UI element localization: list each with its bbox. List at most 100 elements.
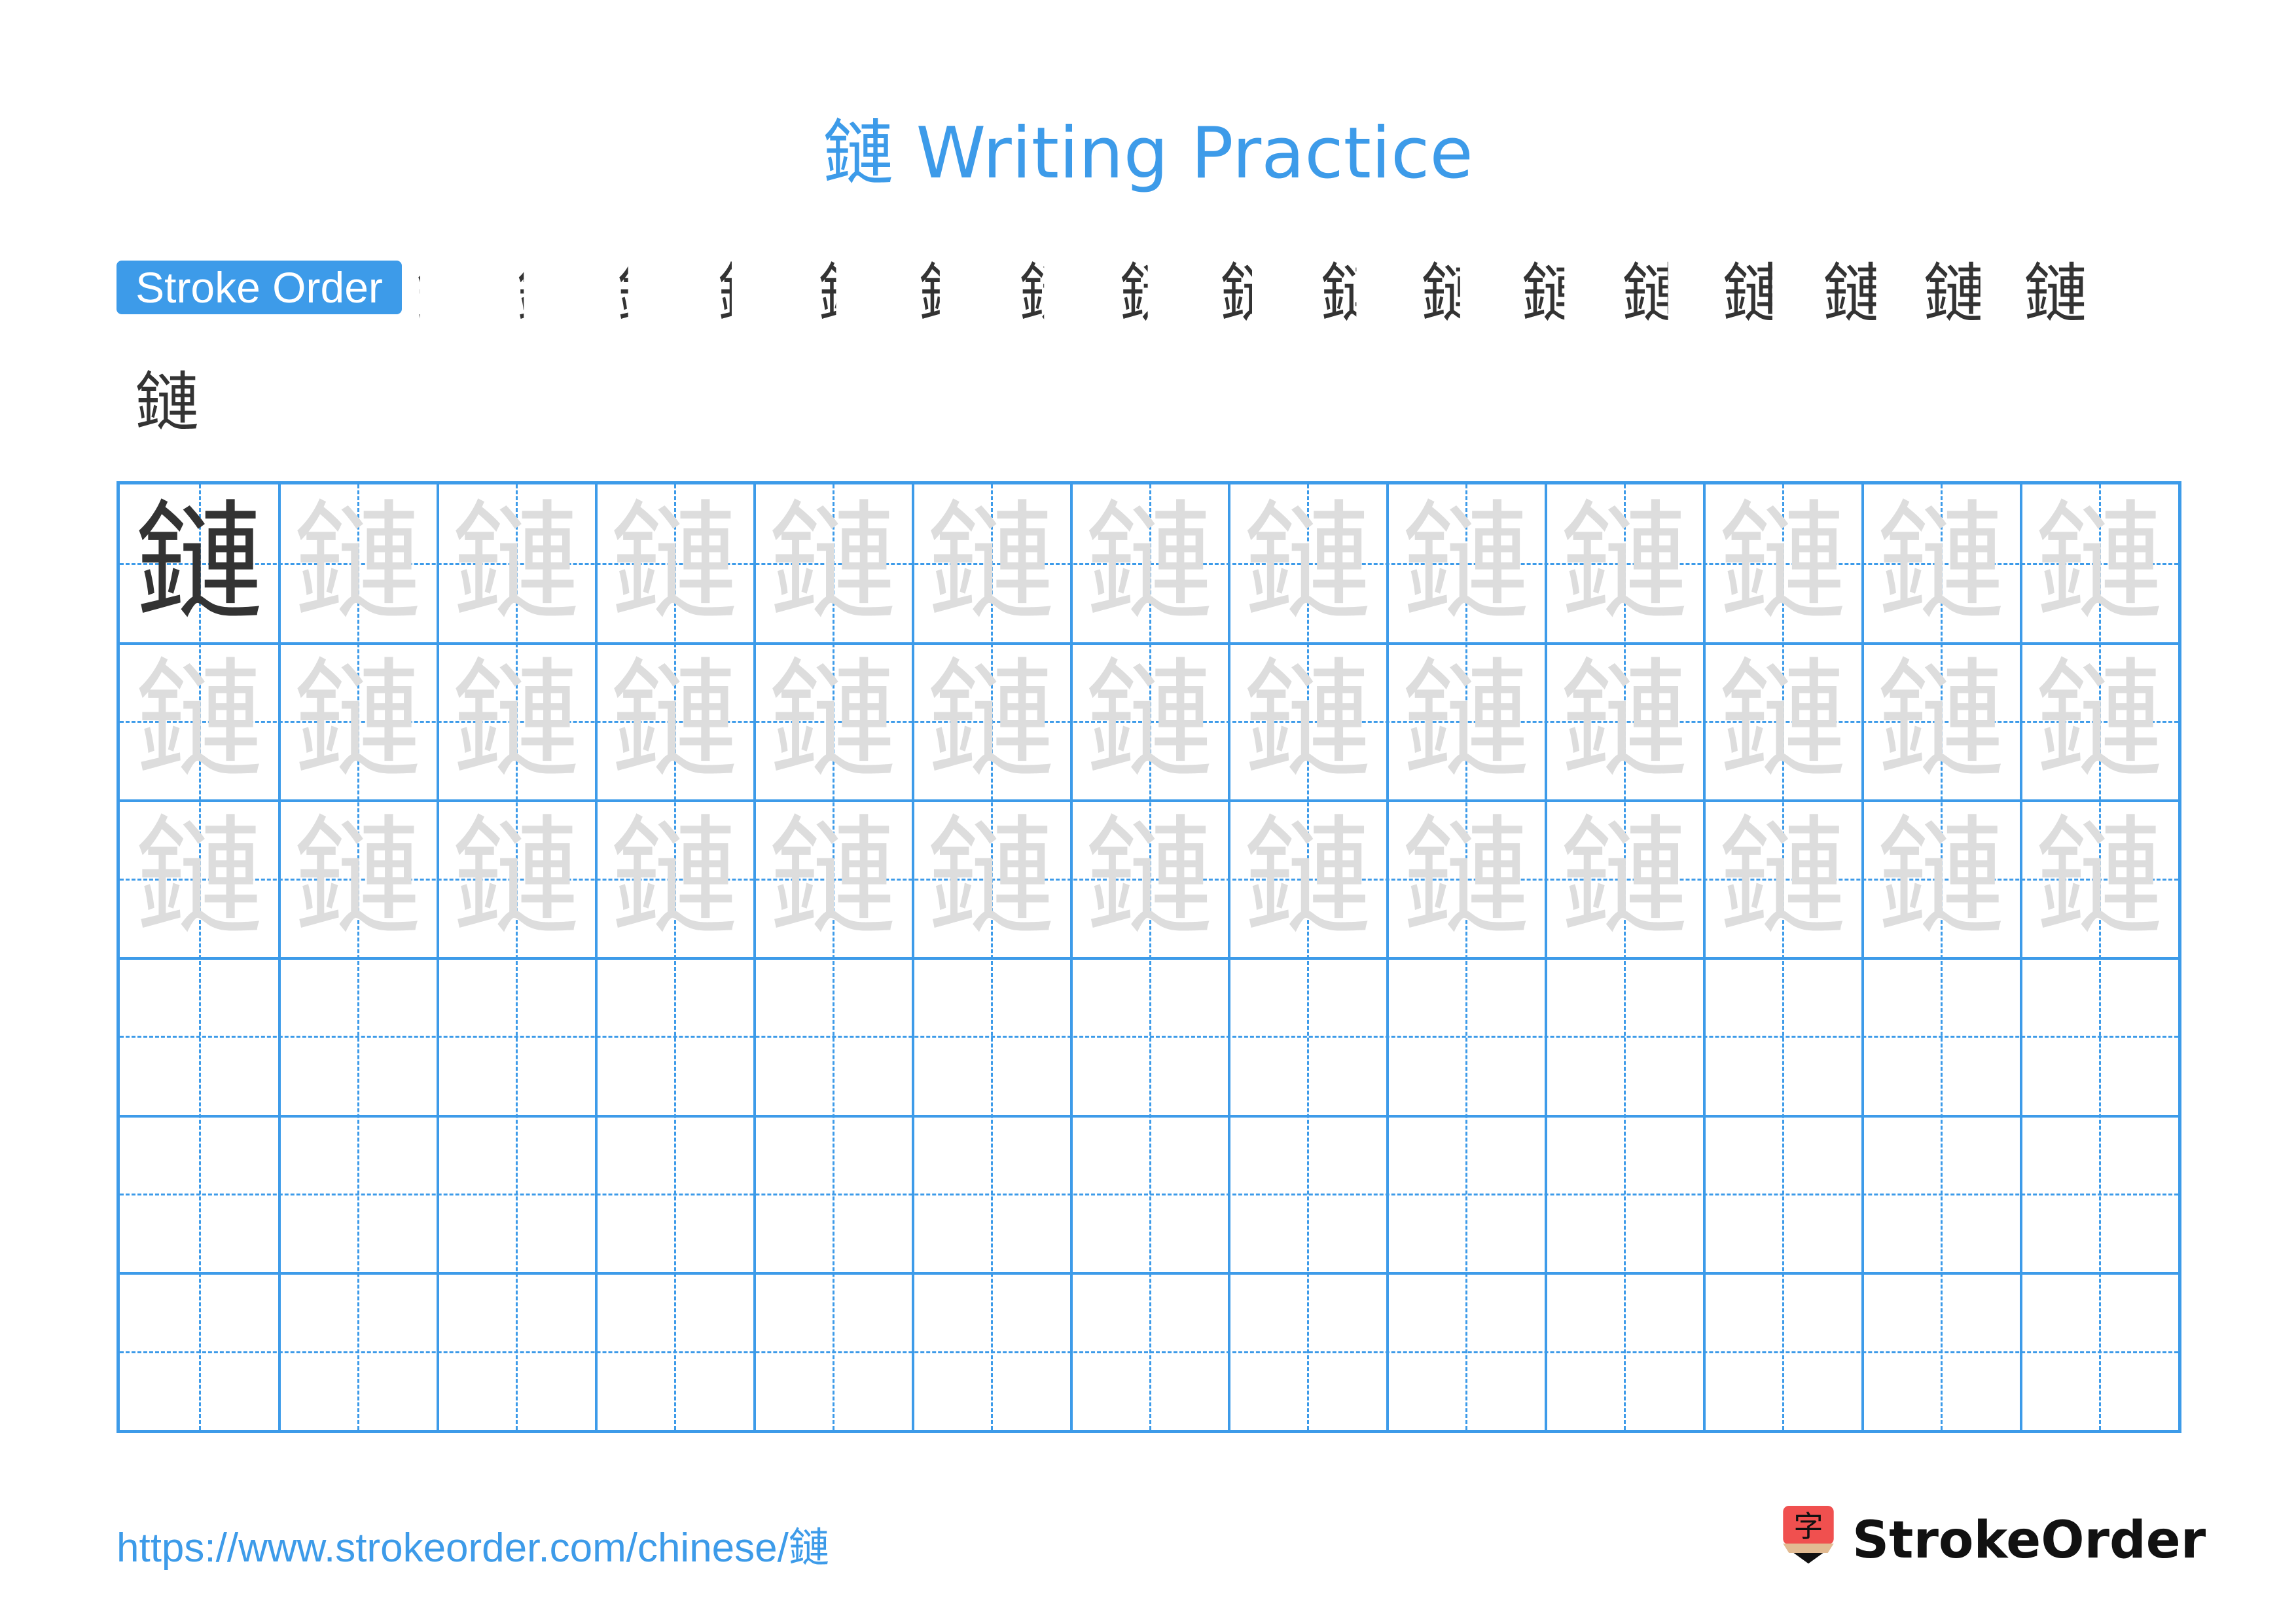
stroke-frame-glyph: 鏈 (1521, 257, 1586, 331)
practice-cell[interactable]: 鏈 (912, 484, 1070, 642)
practice-cell[interactable]: 鏈 (1545, 799, 1703, 957)
practice-cell[interactable] (278, 957, 437, 1115)
practice-cell[interactable] (1861, 1272, 2020, 1430)
practice-cell[interactable] (2020, 957, 2178, 1115)
practice-cell[interactable] (1070, 957, 1229, 1115)
practice-cell[interactable]: 鏈 (912, 642, 1070, 800)
practice-grid: 鏈鏈鏈鏈鏈鏈鏈鏈鏈鏈鏈鏈鏈鏈鏈鏈鏈鏈鏈鏈鏈鏈鏈鏈鏈鏈鏈鏈鏈鏈鏈鏈鏈鏈鏈鏈鏈鏈鏈 (117, 481, 2181, 1433)
practice-cell[interactable]: 鏈 (2020, 484, 2178, 642)
practice-cell[interactable]: 鏈 (1861, 484, 2020, 642)
practice-cell[interactable]: 鏈 (595, 484, 753, 642)
practice-cell[interactable]: 鏈 (1703, 799, 1861, 957)
practice-cell[interactable] (120, 1272, 278, 1430)
practice-cell[interactable] (120, 1115, 278, 1273)
stroke-frame-glyph: 鏈 (134, 365, 199, 440)
practice-cell[interactable]: 鏈 (1703, 642, 1861, 800)
practice-cell[interactable] (278, 1115, 437, 1273)
practice-cell[interactable]: 鏈 (1070, 484, 1229, 642)
practice-cell[interactable]: 鏈 (1228, 484, 1386, 642)
stroke-frame-glyph: 鏈 (416, 257, 480, 331)
practice-cell[interactable] (1545, 1272, 1703, 1430)
trace-character: 鏈 (451, 803, 580, 953)
practice-cell[interactable]: 鏈 (2020, 642, 2178, 800)
practice-cell[interactable]: 鏈 (437, 799, 595, 957)
practice-cell[interactable]: 鏈 (753, 642, 912, 800)
stroke-frame-8: 鏈 (1109, 251, 1194, 337)
practice-cell[interactable]: 鏈 (278, 642, 437, 800)
trace-character: 鏈 (293, 803, 422, 953)
trace-character: 鏈 (1243, 488, 1372, 638)
practice-cell[interactable] (437, 1115, 595, 1273)
practice-cell[interactable] (1070, 1272, 1229, 1430)
practice-cell[interactable] (1703, 957, 1861, 1115)
stroke-frame-14: 鏈 (1712, 251, 1797, 337)
practice-cell[interactable] (912, 957, 1070, 1115)
practice-cell[interactable]: 鏈 (1386, 799, 1545, 957)
stroke-frame-glyph: 鏈 (1420, 257, 1485, 331)
practice-cell[interactable]: 鏈 (437, 642, 595, 800)
practice-cell[interactable]: 鏈 (753, 799, 912, 957)
practice-cell[interactable]: 鏈 (1228, 799, 1386, 957)
practice-cell[interactable] (1228, 957, 1386, 1115)
practice-cell[interactable]: 鏈 (278, 484, 437, 642)
practice-cell[interactable] (1386, 957, 1545, 1115)
practice-cell[interactable] (753, 957, 912, 1115)
practice-cell[interactable]: 鏈 (1386, 484, 1545, 642)
practice-cell[interactable]: 鏈 (1861, 799, 2020, 957)
practice-cell[interactable]: 鏈 (1545, 642, 1703, 800)
practice-cell[interactable] (278, 1272, 437, 1430)
practice-cell[interactable] (753, 1115, 912, 1273)
trace-character: 鏈 (1085, 488, 1213, 638)
practice-cell[interactable] (1070, 1115, 1229, 1273)
practice-cell[interactable]: 鏈 (595, 642, 753, 800)
practice-cell[interactable] (595, 1115, 753, 1273)
practice-cell[interactable]: 鏈 (1070, 799, 1229, 957)
practice-cell[interactable]: 鏈 (278, 799, 437, 957)
trace-character: 鏈 (768, 803, 897, 953)
practice-cell[interactable] (1861, 957, 2020, 1115)
practice-cell[interactable]: 鏈 (1070, 642, 1229, 800)
trace-character: 鏈 (1876, 646, 2005, 795)
practice-cell[interactable]: 鏈 (912, 799, 1070, 957)
practice-cell[interactable] (1861, 1115, 2020, 1273)
practice-cell[interactable] (1703, 1272, 1861, 1430)
practice-cell[interactable] (2020, 1272, 2178, 1430)
practice-cell[interactable] (595, 1272, 753, 1430)
practice-cell[interactable] (1386, 1115, 1545, 1273)
practice-cell[interactable]: 鏈 (1703, 484, 1861, 642)
practice-cell[interactable] (912, 1272, 1070, 1430)
practice-cell[interactable] (437, 957, 595, 1115)
practice-cell[interactable] (912, 1115, 1070, 1273)
practice-cell[interactable]: 鏈 (1228, 642, 1386, 800)
trace-character: 鏈 (926, 646, 1055, 795)
practice-cell[interactable]: 鏈 (120, 484, 278, 642)
practice-cell[interactable] (1228, 1272, 1386, 1430)
trace-character: 鏈 (609, 646, 738, 795)
trace-character: 鏈 (451, 488, 580, 638)
practice-cell[interactable] (1703, 1115, 1861, 1273)
source-url-link[interactable]: https://www.strokeorder.com/chinese/鏈 (117, 1522, 829, 1575)
practice-cell[interactable] (1545, 1115, 1703, 1273)
practice-cell[interactable] (1228, 1115, 1386, 1273)
practice-cell[interactable] (2020, 1115, 2178, 1273)
practice-cell[interactable]: 鏈 (753, 484, 912, 642)
stroke-frame-glyph: 鏈 (1119, 257, 1184, 331)
practice-cell[interactable] (120, 957, 278, 1115)
practice-cell[interactable] (595, 957, 753, 1115)
stroke-frame-glyph: 鏈 (918, 257, 983, 331)
practice-cell[interactable] (1545, 957, 1703, 1115)
practice-cell[interactable] (437, 1272, 595, 1430)
practice-cell[interactable]: 鏈 (437, 484, 595, 642)
practice-cell[interactable]: 鏈 (595, 799, 753, 957)
practice-cell[interactable] (1386, 1272, 1545, 1430)
stroke-frame-glyph: 鏈 (617, 257, 681, 331)
trace-character: 鏈 (1401, 488, 1530, 638)
practice-cell[interactable]: 鏈 (1386, 642, 1545, 800)
practice-cell[interactable]: 鏈 (1861, 642, 2020, 800)
practice-cell[interactable]: 鏈 (120, 642, 278, 800)
practice-cell[interactable]: 鏈 (1545, 484, 1703, 642)
practice-cell[interactable]: 鏈 (120, 799, 278, 957)
trace-character: 鏈 (768, 488, 897, 638)
practice-cell[interactable] (753, 1272, 912, 1430)
practice-cell[interactable]: 鏈 (2020, 799, 2178, 957)
